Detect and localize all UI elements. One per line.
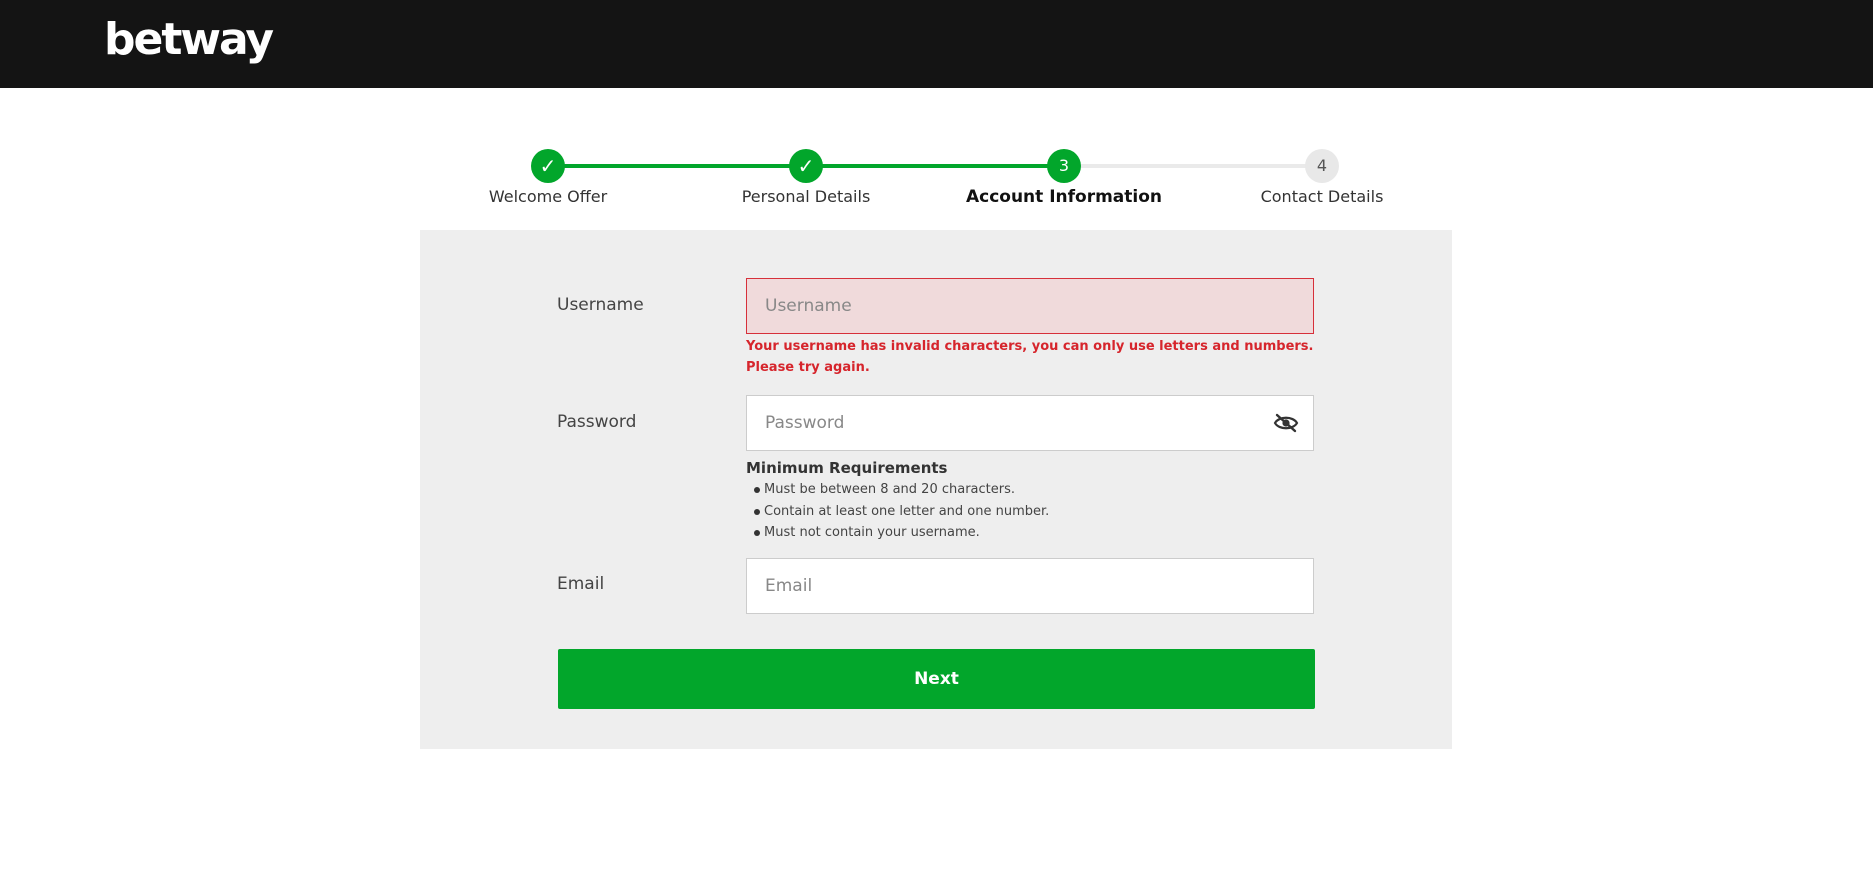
email-input[interactable]	[746, 558, 1314, 614]
step-4-number: 4	[1305, 149, 1339, 183]
username-input[interactable]	[746, 278, 1314, 334]
step-1-check-icon: ✓	[531, 149, 565, 183]
step-connector-2	[806, 164, 1064, 168]
eye-slash-icon[interactable]	[1273, 413, 1299, 433]
step-label-account-information: Account Information	[965, 187, 1163, 207]
password-requirements-title: Minimum Requirements	[746, 459, 948, 477]
step-connector-3	[1064, 164, 1322, 168]
registration-stepper: ✓ ✓ 3 4 Welcome Offer Personal Details A…	[0, 0, 1873, 220]
requirement-item: Must be between 8 and 20 characters.	[746, 479, 1049, 501]
password-requirements-list: Must be between 8 and 20 characters. Con…	[746, 479, 1049, 544]
step-label-personal-details: Personal Details	[741, 187, 871, 206]
step-connector-1	[548, 164, 806, 168]
step-3-number: 3	[1047, 149, 1081, 183]
requirement-item: Must not contain your username.	[746, 522, 1049, 544]
username-error-message: Your username has invalid characters, yo…	[746, 339, 1314, 375]
next-button[interactable]: Next	[558, 649, 1315, 709]
password-input[interactable]	[746, 395, 1314, 451]
step-label-contact-details: Contact Details	[1260, 187, 1384, 206]
username-label: Username	[557, 295, 644, 315]
email-label: Email	[557, 574, 605, 594]
step-label-welcome-offer: Welcome Offer	[488, 187, 608, 206]
requirement-item: Contain at least one letter and one numb…	[746, 501, 1049, 523]
password-label: Password	[557, 412, 637, 432]
account-form-panel: Username Your username has invalid chara…	[420, 230, 1452, 749]
step-2-check-icon: ✓	[789, 149, 823, 183]
